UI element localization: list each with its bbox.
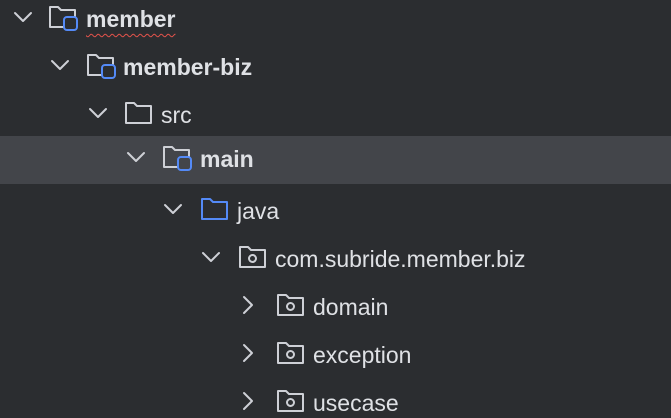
chevron-down-icon[interactable] bbox=[85, 92, 111, 140]
tree-node-main[interactable]: main bbox=[0, 136, 671, 184]
tree-node-domain[interactable]: domain bbox=[0, 284, 671, 332]
tree-node-src[interactable]: src bbox=[0, 92, 671, 140]
tree-node-label: src bbox=[161, 102, 192, 128]
chevron-down-icon[interactable] bbox=[160, 188, 186, 236]
tree-node-exception[interactable]: exception bbox=[0, 332, 671, 380]
package-folder-icon bbox=[276, 332, 308, 380]
tree-node-member[interactable]: member bbox=[0, 0, 671, 44]
chevron-right-icon[interactable] bbox=[235, 332, 261, 380]
tree-node-label: member-biz bbox=[123, 54, 253, 80]
chevron-right-icon[interactable] bbox=[235, 284, 261, 332]
chevron-down-icon[interactable] bbox=[123, 136, 149, 184]
tree-node-package-root[interactable]: com.subride.member.biz bbox=[0, 236, 671, 284]
tree-node-label: main bbox=[200, 146, 254, 172]
source-root-folder-icon bbox=[200, 188, 232, 236]
folder-icon bbox=[124, 92, 156, 140]
chevron-down-icon[interactable] bbox=[10, 0, 36, 44]
tree-node-label: member bbox=[86, 6, 176, 32]
chevron-right-icon[interactable] bbox=[235, 380, 261, 418]
tree-node-label: domain bbox=[313, 294, 389, 320]
project-tree: member member-biz src main java com.subr… bbox=[0, 0, 671, 418]
package-folder-icon bbox=[276, 284, 308, 332]
tree-node-label: exception bbox=[313, 342, 412, 368]
tree-node-label: usecase bbox=[313, 390, 399, 416]
tree-node-label: java bbox=[237, 198, 280, 224]
tree-node-label: com.subride.member.biz bbox=[275, 246, 526, 272]
tree-node-java[interactable]: java bbox=[0, 188, 671, 236]
module-folder-icon bbox=[48, 0, 80, 44]
module-folder-icon bbox=[162, 136, 194, 184]
package-folder-icon bbox=[276, 380, 308, 418]
tree-node-usecase[interactable]: usecase bbox=[0, 380, 671, 418]
tree-node-member-biz[interactable]: member-biz bbox=[0, 44, 671, 92]
package-folder-icon bbox=[238, 236, 270, 284]
chevron-down-icon[interactable] bbox=[47, 44, 73, 92]
module-folder-icon bbox=[86, 44, 118, 92]
chevron-down-icon[interactable] bbox=[198, 236, 224, 284]
